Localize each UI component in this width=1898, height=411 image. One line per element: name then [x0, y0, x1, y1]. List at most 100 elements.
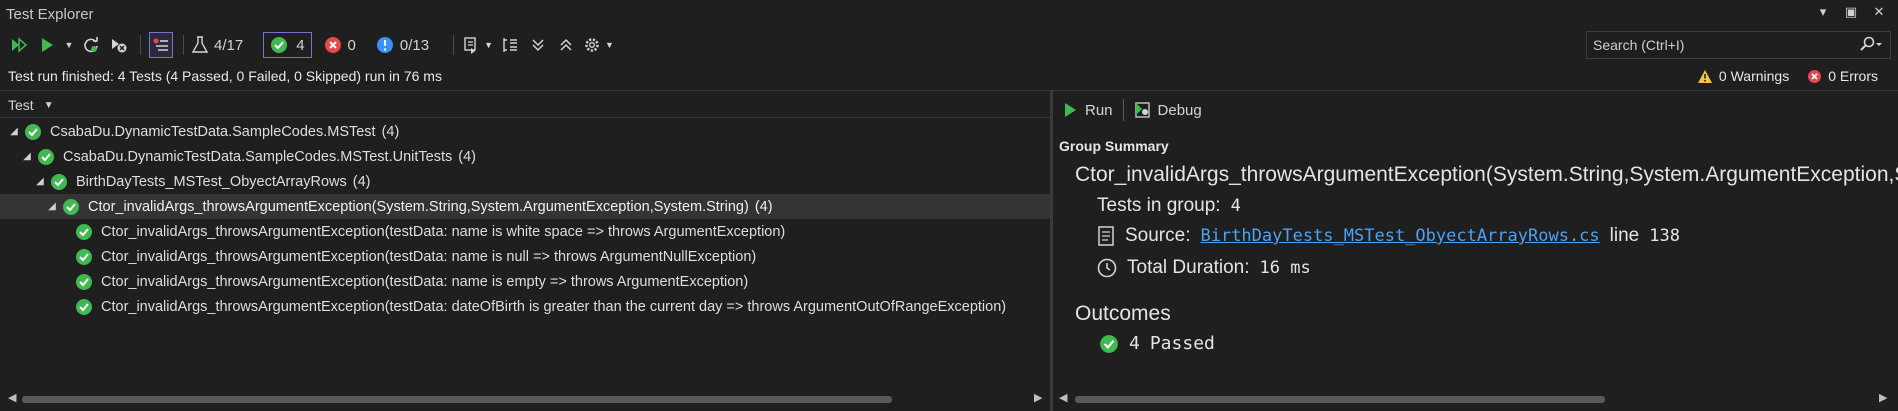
run-dropdown-button[interactable]: ▼ [64, 32, 74, 58]
status-bar: Test run finished: 4 Tests (4 Passed, 0 … [0, 64, 1898, 88]
tree-row-count: (4) [754, 198, 773, 215]
tests-in-group-label: Tests in group: [1097, 195, 1221, 216]
duration-label: Total Duration: [1127, 257, 1250, 278]
passed-icon [38, 148, 54, 165]
dropdown-icon[interactable]: ▾ [1814, 4, 1832, 20]
tree-row-test-case[interactable]: Ctor_invalidArgs_throwsArgumentException… [0, 269, 1050, 294]
tree-row-test-case[interactable]: Ctor_invalidArgs_throwsArgumentException… [0, 219, 1050, 244]
tree-row-namespace[interactable]: ◢ CsabaDu.DynamicTestData.SampleCodes.MS… [0, 144, 1050, 169]
failed-icon [324, 37, 341, 53]
expanded-triangle-icon[interactable]: ◢ [46, 201, 58, 212]
passed-icon [51, 173, 67, 190]
toolbar-separator [183, 35, 184, 55]
group-by-icon [503, 38, 518, 52]
debug-detail-button[interactable]: Debug [1134, 101, 1202, 119]
search-input[interactable]: Search (Ctrl+I) [1593, 37, 1684, 53]
run-detail-button[interactable]: Run [1063, 102, 1113, 119]
debug-label: Debug [1157, 101, 1202, 119]
scroll-left-icon[interactable]: ◀ [8, 391, 16, 404]
flask-icon [192, 36, 208, 53]
column-header-test[interactable]: Test ▼ [0, 94, 54, 116]
warnings-indicator[interactable]: 0 Warnings [1697, 68, 1789, 84]
test-tree: ◢ CsabaDu.DynamicTestData.SampleCodes.MS… [0, 119, 1050, 319]
passed-count: 4 [296, 36, 305, 54]
scroll-right-icon[interactable]: ▶ [1879, 391, 1887, 404]
outcome-passed: 4 Passed [1099, 333, 1215, 354]
tree-row-label: Ctor_invalidArgs_throwsArgumentException… [88, 198, 749, 215]
scroll-left-icon[interactable]: ◀ [1059, 391, 1067, 404]
passed-icon [63, 198, 79, 215]
tree-row-class[interactable]: ◢ BirthDayTests_MSTest_ObyectArrayRows (… [0, 169, 1050, 194]
tests-in-group-value: 4 [1230, 196, 1241, 216]
cancel-run-button[interactable] [108, 32, 130, 58]
passed-icon [76, 223, 92, 240]
detail-toolbar: Run Debug [1063, 99, 1202, 121]
tree-row-test-case[interactable]: Ctor_invalidArgs_throwsArgumentException… [0, 294, 1050, 319]
warning-icon [1697, 69, 1712, 83]
tree-row-test-case[interactable]: Ctor_invalidArgs_throwsArgumentException… [0, 244, 1050, 269]
passed-outcome-label: Passed [1149, 333, 1215, 354]
info-icon [376, 37, 393, 53]
tests-in-group: Tests in group: 4 [1097, 195, 1241, 217]
search-box[interactable]: Search (Ctrl+I) [1586, 31, 1891, 59]
failed-count: 0 [347, 36, 356, 54]
source-file-link[interactable]: BirthDayTests_MSTest_ObyectArrayRows.cs [1200, 226, 1599, 246]
horizontal-scrollbar[interactable]: ◀ ▶ [0, 391, 1050, 407]
expanded-triangle-icon[interactable]: ◢ [34, 176, 46, 187]
expand-all-button[interactable] [527, 32, 549, 58]
tree-row-label: Ctor_invalidArgs_throwsArgumentException… [101, 298, 1007, 315]
passed-outcome-count: 4 [1129, 333, 1140, 354]
tree-row-label: Ctor_invalidArgs_throwsArgumentException… [101, 273, 749, 290]
toolbar-separator [1122, 99, 1124, 121]
gear-icon [585, 38, 599, 52]
close-icon[interactable]: ✕ [1870, 4, 1888, 20]
maximize-icon[interactable]: ▣ [1842, 4, 1860, 20]
not-run-filter[interactable]: 0/13 [376, 32, 443, 58]
divider [0, 117, 1050, 118]
show-output-button[interactable] [149, 32, 173, 58]
toolbar-separator [140, 35, 141, 55]
group-by-button[interactable] [499, 32, 521, 58]
playlist-icon [464, 37, 476, 54]
expand-all-icon [532, 39, 544, 52]
run-button[interactable] [36, 32, 58, 58]
scrollbar-thumb[interactable] [22, 396, 892, 403]
scrollbar-thumb[interactable] [1075, 396, 1605, 403]
run-all-icon [12, 37, 28, 53]
expanded-triangle-icon[interactable]: ◢ [21, 151, 33, 162]
chevron-down-icon: ▼ [484, 40, 494, 50]
refresh-icon [84, 37, 98, 53]
playlist-button[interactable]: ▼ [462, 32, 493, 58]
chevron-down-icon: ▼ [64, 40, 74, 50]
passed-filter[interactable]: 4 [263, 32, 312, 58]
errors-label: 0 Errors [1828, 68, 1878, 84]
settings-button[interactable]: ▼ [583, 32, 614, 58]
window-title: Test Explorer [6, 6, 94, 23]
group-summary-heading: Group Summary [1059, 138, 1169, 154]
collapse-all-button[interactable] [555, 32, 577, 58]
passed-icon [76, 298, 92, 315]
passed-icon [76, 273, 92, 290]
all-tests-filter[interactable]: 4/17 [192, 32, 257, 58]
repeat-run-button[interactable] [80, 32, 102, 58]
failed-filter[interactable]: 0 [324, 32, 370, 58]
scroll-right-icon[interactable]: ▶ [1034, 391, 1042, 404]
tree-row-label: CsabaDu.DynamicTestData.SampleCodes.MSTe… [50, 123, 376, 140]
test-detail-panel: Run Debug Group Summary Ctor_invalidArgs… [1053, 91, 1898, 411]
expanded-triangle-icon[interactable]: ◢ [8, 126, 20, 137]
column-header-label: Test [8, 97, 34, 113]
run-all-button[interactable] [8, 32, 30, 58]
tree-row-count: (4) [458, 148, 476, 165]
search-icon[interactable] [1858, 36, 1884, 57]
tree-row-method-selected[interactable]: ◢ Ctor_invalidArgs_throwsArgumentExcepti… [0, 194, 1050, 219]
window-titlebar: Test Explorer ▾ ▣ ✕ [0, 0, 1898, 29]
tree-row-namespace[interactable]: ◢ CsabaDu.DynamicTestData.SampleCodes.MS… [0, 119, 1050, 144]
tree-row-count: (4) [352, 173, 371, 190]
tree-row-label: BirthDayTests_MSTest_ObyectArrayRows [76, 173, 347, 190]
not-run-count: 0/13 [399, 36, 430, 54]
errors-indicator[interactable]: 0 Errors [1807, 68, 1878, 84]
cancel-icon [112, 39, 127, 53]
run-label: Run [1085, 101, 1113, 119]
debug-icon [1134, 102, 1150, 118]
horizontal-scrollbar[interactable]: ◀ ▶ [1053, 391, 1898, 407]
